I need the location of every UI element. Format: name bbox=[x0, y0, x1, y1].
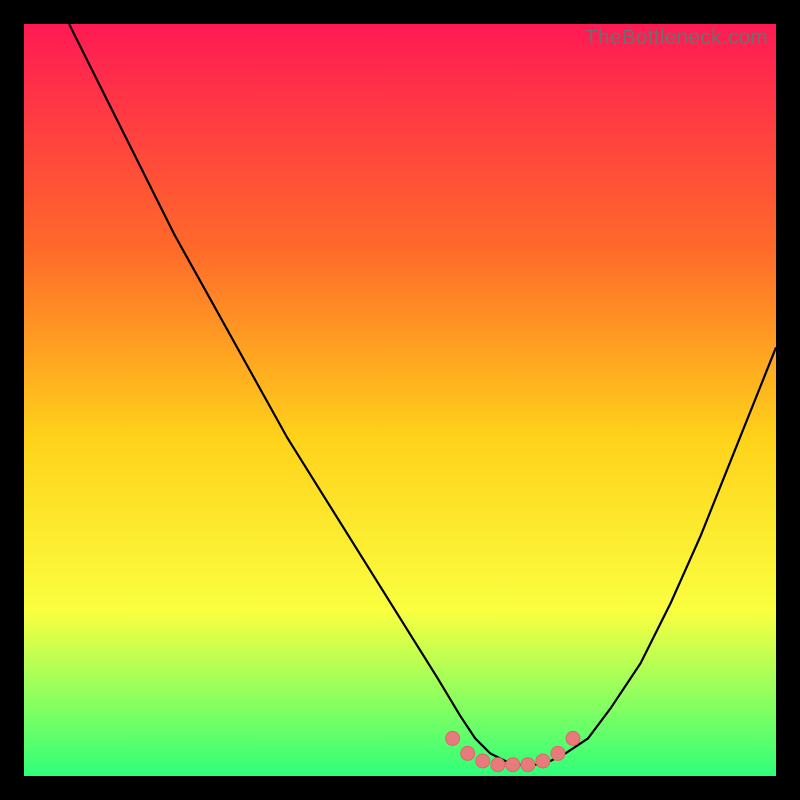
watermark-text: TheBottleneck.com bbox=[585, 26, 768, 50]
marker-dot bbox=[491, 758, 505, 772]
marker-dot bbox=[536, 754, 550, 768]
marker-dot bbox=[476, 754, 490, 768]
plot-area bbox=[24, 24, 776, 776]
marker-dot bbox=[551, 746, 565, 760]
gradient-background bbox=[24, 24, 776, 776]
marker-dot bbox=[566, 731, 580, 745]
marker-dot bbox=[446, 731, 460, 745]
marker-dot bbox=[521, 758, 535, 772]
chart-frame: TheBottleneck.com bbox=[24, 24, 776, 776]
marker-dot bbox=[506, 758, 520, 772]
chart-svg bbox=[24, 24, 776, 776]
marker-dot bbox=[461, 746, 475, 760]
